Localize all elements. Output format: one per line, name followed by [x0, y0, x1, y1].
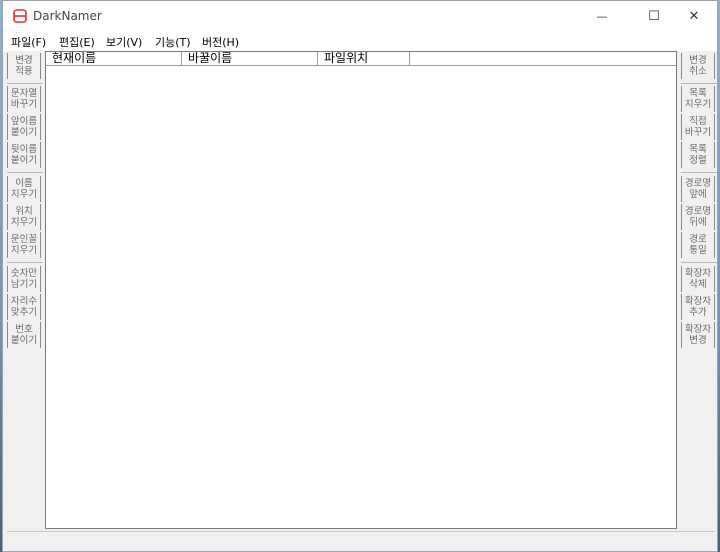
status-bar: [7, 531, 715, 549]
menu-version[interactable]: 버전(H): [202, 34, 239, 50]
add-suffix-button[interactable]: 뒷이름 붙이기: [7, 142, 41, 168]
sort-list-button[interactable]: 목록 정렬: [681, 142, 715, 168]
delete-extension-button[interactable]: 확장자 삭제: [681, 266, 715, 292]
unify-path-button[interactable]: 경로 통일: [681, 232, 715, 258]
close-icon: ✕: [688, 8, 700, 24]
toolbar-separator: [7, 262, 43, 263]
delete-characters-button[interactable]: 문인꼴 지우기: [7, 232, 41, 258]
path-suffix-button[interactable]: 경로명 뒤에: [681, 204, 715, 230]
toolbar-separator: [681, 83, 717, 84]
column-new-name[interactable]: 바꿀이름: [182, 52, 318, 66]
column-file-location[interactable]: 파일위치: [318, 52, 410, 66]
menu-tools[interactable]: 기능(T): [155, 34, 191, 50]
delete-name-button[interactable]: 이름 지우기: [7, 176, 41, 202]
clear-list-button[interactable]: 목록 지우기: [681, 86, 715, 112]
maximize-icon: ☐: [648, 8, 660, 24]
pad-digits-button[interactable]: 자리수 맞추기: [7, 294, 41, 320]
menu-edit[interactable]: 편집(E): [59, 34, 95, 50]
delete-position-button[interactable]: 위치 지우기: [7, 204, 41, 230]
title-bar[interactable]: DarkNamer — ☐ ✕: [3, 1, 717, 31]
right-toolbar: 변경 취소 목록 지우기 직접 바꾸기 목록 정렬 경로명 앞에 경로명 뒤에 …: [677, 51, 717, 531]
window-title: DarkNamer: [33, 9, 102, 23]
apply-changes-button[interactable]: 변경 적용: [7, 53, 41, 79]
menu-bar: 파일(F) 편집(E) 보기(V) 기능(T) 버전(H): [3, 31, 717, 51]
change-extension-button[interactable]: 확장자 변경: [681, 322, 715, 348]
toolbar-separator: [7, 172, 43, 173]
toolbar-separator: [7, 83, 43, 84]
menu-view[interactable]: 보기(V): [106, 34, 142, 50]
left-toolbar: 변경 적용 문자열 바꾸기 앞이름 붙이기 뒷이름 붙이기 이름 지우기 위치 …: [3, 51, 43, 531]
menu-file[interactable]: 파일(F): [11, 34, 46, 50]
replace-string-button[interactable]: 문자열 바꾸기: [7, 86, 41, 112]
add-extension-button[interactable]: 확장자 추가: [681, 294, 715, 320]
column-current-name[interactable]: 현재이름: [46, 52, 182, 66]
minimize-button[interactable]: —: [579, 1, 625, 31]
direct-rename-button[interactable]: 직접 바꾸기: [681, 114, 715, 140]
app-window: DarkNamer — ☐ ✕ 파일(F) 편집(E) 보기(V) 기능(T) …: [2, 0, 718, 552]
cancel-changes-button[interactable]: 변경 취소: [681, 53, 715, 79]
keep-numbers-button[interactable]: 숫자만 남기기: [7, 266, 41, 292]
path-prefix-button[interactable]: 경로명 앞에: [681, 176, 715, 202]
add-number-button[interactable]: 번호 붙이기: [7, 322, 41, 348]
toolbar-separator: [681, 172, 717, 173]
column-header-filler: [410, 52, 676, 66]
add-prefix-button[interactable]: 앞이름 붙이기: [7, 114, 41, 140]
file-list[interactable]: 현재이름 바꿀이름 파일위치: [45, 51, 677, 529]
minimize-icon: —: [596, 9, 608, 23]
app-icon: [13, 9, 27, 23]
toolbar-separator: [681, 262, 717, 263]
close-button[interactable]: ✕: [671, 1, 717, 31]
